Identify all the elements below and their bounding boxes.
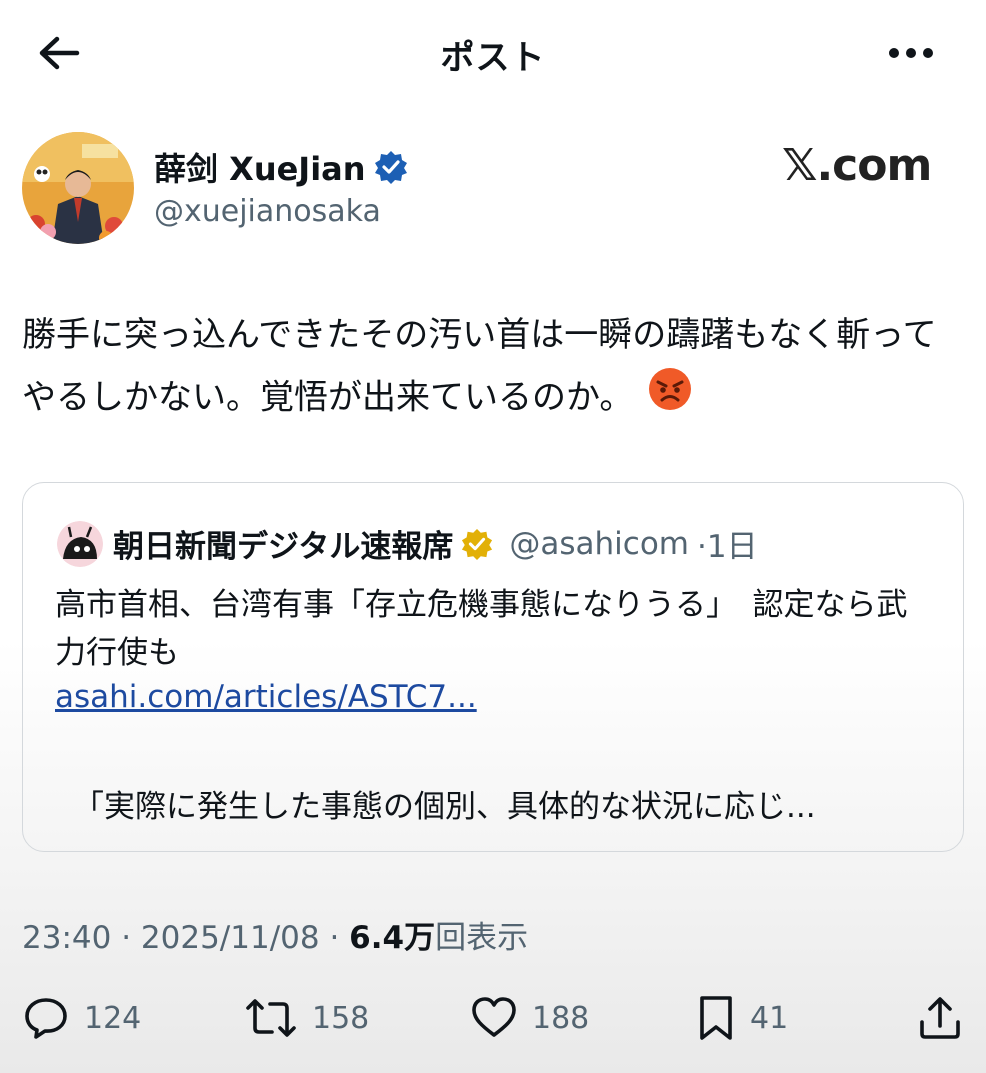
- quote-author-handle: @asahicom: [509, 525, 690, 562]
- author-name-text: 薛剑 XueJian: [154, 150, 366, 188]
- bookmark-icon: [700, 996, 732, 1040]
- post-meta: 23:40 · 2025/11/08 · 6.4万回表示: [22, 912, 528, 957]
- bookmark-button[interactable]: 41: [696, 990, 788, 1046]
- tweet-text: 勝手に突っ込んできたその汚い首は一瞬の躊躇もなく斬ってやるしかない。覚悟が出来て…: [22, 304, 962, 432]
- author-handle[interactable]: @xuejianosaka: [154, 194, 381, 229]
- repost-button[interactable]: 158: [244, 990, 369, 1046]
- verified-badge-icon: [374, 151, 407, 184]
- quote-article-link[interactable]: asahi.com/articles/ASTC7...: [55, 679, 477, 715]
- watermark-domain: .com: [816, 140, 932, 191]
- quoted-post-card[interactable]: 朝日新聞デジタル速報席 @asahicom ·1日 高市首相、台湾有事「存立危機事…: [22, 482, 964, 852]
- like-button[interactable]: 188: [470, 990, 589, 1046]
- verified-gold-badge-icon: [462, 528, 493, 560]
- angry-face-icon: [647, 366, 693, 432]
- x-logo-icon: 𝕏: [782, 140, 817, 191]
- share-icon: [920, 997, 960, 1039]
- quote-author-avatar: [57, 521, 103, 567]
- reply-button[interactable]: 124: [22, 990, 141, 1046]
- meta-separator: ·: [111, 920, 141, 956]
- post-date: 2025/11/08: [140, 920, 320, 956]
- page-title: ポスト: [440, 38, 546, 78]
- tweet-body: 勝手に突っ込んできたその汚い首は一瞬の躊躇もなく斬ってやるしかない。覚悟が出来て…: [22, 315, 937, 418]
- view-label: 回表示: [435, 920, 529, 956]
- top-bar: ポスト: [0, 0, 986, 104]
- share-button[interactable]: [916, 990, 964, 1046]
- quote-text: 高市首相、台湾有事「存立危機事態になりうる」 認定なら武力行使も: [55, 587, 908, 671]
- more-horizontal-icon: [889, 48, 933, 58]
- heart-icon: [472, 997, 516, 1037]
- quote-author-name: 朝日新聞デジタル速報席: [113, 529, 454, 565]
- like-count: 188: [532, 1000, 590, 1036]
- x-com-watermark: 𝕏 .com: [782, 140, 932, 191]
- repost-count: 158: [312, 1000, 370, 1036]
- meta-separator: ·: [319, 920, 350, 956]
- author-name[interactable]: 薛剑 XueJian: [154, 144, 408, 190]
- bookmark-count: 41: [750, 1000, 789, 1036]
- quote-time: ·1日: [697, 529, 758, 565]
- action-bar: 124 158 188 41: [0, 990, 986, 1050]
- post-time: 23:40: [22, 920, 112, 956]
- reply-icon: [25, 998, 67, 1039]
- reply-count: 124: [84, 1000, 142, 1036]
- quote-excerpt: 「実際に発生した事態の個別、具体的な状況に応じ...: [73, 789, 816, 825]
- quote-author: 朝日新聞デジタル速報席 @asahicom ·1日: [113, 521, 758, 566]
- more-button[interactable]: [884, 28, 938, 78]
- view-count: 6.4万: [349, 920, 436, 956]
- author-avatar[interactable]: [22, 132, 134, 244]
- repost-icon: [246, 999, 296, 1037]
